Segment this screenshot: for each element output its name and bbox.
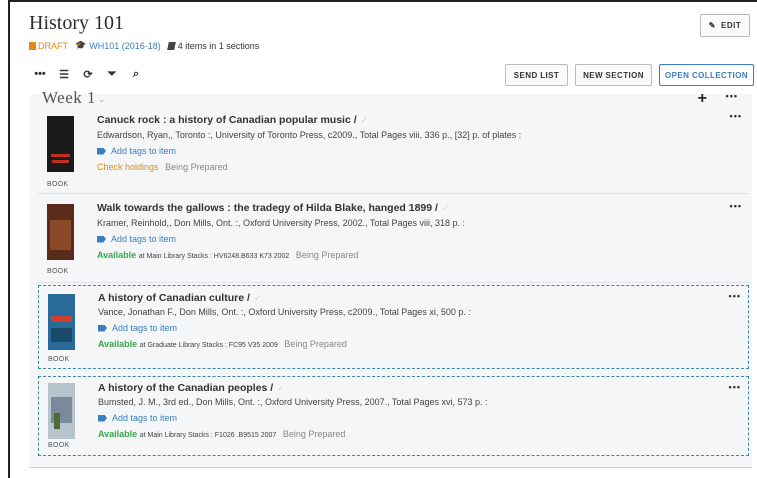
item-more-icon[interactable]: ••• [729,382,741,392]
item-description: Vance, Jonathan F., Don Mills, Ont. :, O… [98,307,471,317]
course-link[interactable]: 🎓 WH101 (2016-18) [75,40,161,51]
graduation-cap-icon: 🎓 [75,40,87,50]
add-tags-link[interactable]: Add tags to item [97,234,176,244]
add-tags-link[interactable]: Add tags to item [98,323,177,333]
item-title-text: A history of Canadian culture / [98,292,250,304]
item-status: Available at Graduate Library Stacks : F… [98,339,347,349]
item-title[interactable]: A history of the Canadian peoples / ✓ [98,382,285,394]
new-section-button[interactable]: NEW SECTION [575,64,652,86]
tag-icon [97,235,106,243]
location-label: at Main Library Stacks : HV6248.B633 K73… [138,253,290,260]
section-list: Week 1 ⌄ + ••• BOOK Canuck rock : a histo… [30,88,752,468]
draft-status: DRAFT [29,41,68,51]
list-view-icon[interactable]: ☰ [54,66,74,82]
item-type: BOOK [48,356,70,363]
summary-label: 4 items in 1 sections [177,40,260,51]
item-more-icon[interactable]: ••• [730,201,742,211]
add-tags-link[interactable]: Add tags to item [98,413,177,423]
book-icon [166,41,176,50]
item-description: Kramer, Reinhold,, Don Mills, Ont. :, Ox… [97,218,465,228]
edit-button[interactable]: ✎ EDIT [700,14,750,37]
item-status: Check holdings Being Prepared [97,162,228,172]
prep-state: Being Prepared [282,429,346,439]
edit-label: EDIT [720,21,742,30]
reading-list-panel: History 101 DRAFT 🎓 WH101 (2016-18) 4 it… [8,0,757,478]
add-tags-label: Add tags to item [111,234,177,244]
section-title[interactable]: Week 1 ⌄ [42,88,106,108]
draft-label: DRAFT [38,40,68,51]
item-description: Edwardson, Ryan,, Toronto :, University … [97,130,522,140]
prep-state: Being Prepared [165,162,228,172]
add-tags-label: Add tags to item [112,323,178,333]
item-title-text: Canuck rock : a history of Canadian popu… [97,114,357,126]
tag-icon [98,414,107,422]
check-icon: ✓ [253,293,262,303]
item-type: BOOK [47,268,69,275]
check-holdings-link[interactable]: Check holdings [97,162,159,172]
tag-icon [97,147,106,155]
search-icon[interactable]: ⌕ [126,66,146,82]
chevron-down-icon[interactable]: ⌄ [98,94,106,104]
list-meta: DRAFT 🎓 WH101 (2016-18) 4 items in 1 sec… [29,40,259,51]
check-icon: ✓ [360,115,369,125]
prep-state: Being Prepared [284,339,347,349]
item-more-icon[interactable]: ••• [729,291,741,301]
list-item[interactable]: BOOK Walk towards the gallows : the trad… [38,196,749,283]
item-count: 4 items in 1 sections [166,40,260,51]
page-title: History 101 [29,12,124,34]
item-type: BOOK [48,442,70,449]
list-item[interactable]: BOOK A history of the Canadian peoples /… [38,376,749,456]
list-item[interactable]: BOOK A history of Canadian culture / ✓ Va… [38,285,749,369]
availability-label: Available [98,429,138,439]
item-title-text: Walk towards the gallows : the tradegy o… [97,202,438,214]
document-icon [29,41,36,50]
tag-icon [98,324,107,332]
location-label: at Graduate Library Stacks : FC95 V35 20… [139,342,278,349]
add-tags-label: Add tags to item [111,146,177,156]
item-title[interactable]: Canuck rock : a history of Canadian popu… [97,114,368,126]
prep-state: Being Prepared [295,250,359,260]
refresh-icon[interactable]: ⟳ [78,66,98,82]
item-title[interactable]: Walk towards the gallows : the tradegy o… [97,202,450,214]
book-cover [47,204,74,260]
filter-icon[interactable]: ⏷ [102,66,122,82]
item-title-text: A history of the Canadian peoples / [98,382,274,394]
item-type: BOOK [47,181,69,188]
availability-label: Available [98,339,138,349]
open-collection-button[interactable]: OPEN COLLECTION [659,64,754,86]
item-title[interactable]: A history of Canadian culture / ✓ [98,292,261,304]
book-cover [48,294,75,350]
section-more-icon[interactable]: ••• [726,91,738,101]
book-cover [48,383,75,439]
availability-label: Available [97,250,137,260]
location-label: at Main Library Stacks : F1026 .B9515 20… [139,432,277,439]
course-label: WH101 (2016-18) [89,40,161,51]
send-list-button[interactable]: SEND LIST [505,64,568,86]
pencil-icon: ✎ [708,21,716,30]
item-status: Available at Main Library Stacks : F1026… [98,429,345,439]
item-status: Available at Main Library Stacks : HV624… [97,250,358,260]
book-cover [47,116,74,172]
check-icon: ✓ [277,383,285,393]
list-toolbar: ••• ☰ ⟳ ⏷ ⌕ [30,66,150,82]
check-icon: ✓ [441,203,450,213]
add-tags-link[interactable]: Add tags to item [97,146,176,156]
item-more-icon[interactable]: ••• [730,111,742,121]
item-description: Bumsted, J. M., 3rd ed., Don Mills, Ont.… [98,397,488,407]
list-item[interactable]: BOOK Canuck rock : a history of Canadian… [38,106,749,194]
more-icon[interactable]: ••• [30,66,50,82]
add-tags-label: Add tags to item [112,413,178,423]
section-title-label: Week 1 [42,88,97,107]
